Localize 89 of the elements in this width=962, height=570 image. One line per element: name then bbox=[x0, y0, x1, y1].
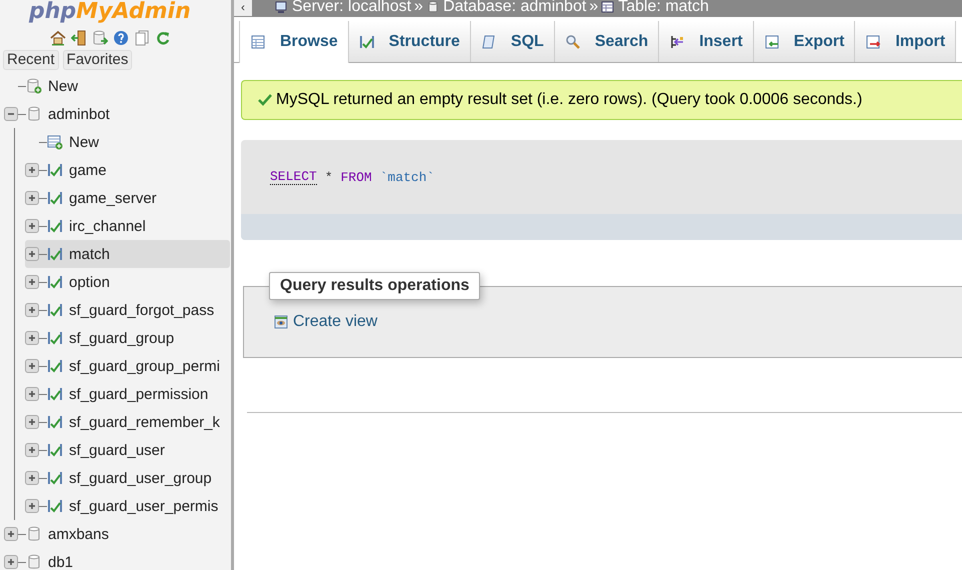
database-icon bbox=[426, 0, 440, 14]
sql-token: FROM bbox=[340, 170, 372, 184]
structure-icon bbox=[47, 386, 63, 402]
structure-icon bbox=[47, 330, 63, 346]
tree-item[interactable]: sf_guard_permission bbox=[25, 380, 230, 408]
expand-icon[interactable] bbox=[25, 275, 39, 289]
structure-icon bbox=[47, 470, 63, 486]
table-icon bbox=[250, 34, 266, 50]
tree-item[interactable]: amxbans bbox=[4, 520, 224, 548]
structure-icon bbox=[47, 414, 63, 430]
panel-legend: Query results operations bbox=[269, 272, 480, 300]
expand-icon[interactable] bbox=[25, 163, 39, 177]
tree-item[interactable]: sf_guard_user bbox=[25, 436, 230, 464]
server-icon bbox=[275, 0, 289, 14]
expand-icon[interactable] bbox=[4, 555, 18, 569]
sql-token: `match` bbox=[380, 170, 434, 184]
structure-icon bbox=[47, 190, 63, 206]
tree-item[interactable]: option bbox=[25, 268, 230, 296]
tree-item[interactable]: irc_channel bbox=[25, 212, 230, 240]
tab[interactable]: Structure bbox=[348, 21, 471, 62]
tree-item[interactable]: sf_guard_user_group bbox=[25, 464, 230, 492]
expand-icon[interactable] bbox=[4, 527, 18, 541]
tab[interactable]: Insert bbox=[659, 21, 754, 62]
message-text: MySQL returned an empty result set (i.e. zero rows). (Query took 0.0006 seconds.) bbox=[276, 91, 862, 109]
table-icon bbox=[601, 0, 616, 14]
expand-icon[interactable] bbox=[25, 303, 39, 317]
tree-item[interactable]: sf_guard_group_permi bbox=[25, 352, 230, 380]
tree-item[interactable]: sf_guard_remember_k bbox=[25, 408, 230, 436]
structure-icon bbox=[47, 274, 63, 290]
expand-icon[interactable] bbox=[25, 499, 39, 513]
expand-icon[interactable] bbox=[25, 415, 39, 429]
structure-icon bbox=[47, 302, 63, 318]
collapse-button[interactable]: ‹ bbox=[234, 0, 252, 16]
structure-icon bbox=[47, 442, 63, 458]
database-icon bbox=[26, 106, 42, 122]
structure-icon bbox=[47, 246, 63, 262]
new-database-icon bbox=[26, 78, 42, 94]
structure-icon bbox=[47, 218, 63, 234]
sql-token: * bbox=[324, 170, 333, 184]
tree-item[interactable]: game_server bbox=[25, 184, 230, 212]
tree-item[interactable]: sf_guard_user_permis bbox=[25, 492, 230, 520]
tree-item[interactable]: New bbox=[25, 128, 230, 156]
breadcrumb-separator: » bbox=[589, 0, 598, 15]
tab[interactable]: Browse bbox=[239, 21, 349, 63]
expand-icon[interactable] bbox=[25, 191, 39, 205]
logo[interactable]: phpMyAdmin bbox=[29, 0, 191, 24]
documents-icon[interactable] bbox=[134, 30, 150, 46]
export-icon bbox=[764, 34, 780, 50]
expand-icon[interactable] bbox=[25, 219, 39, 233]
tree-item[interactable]: db1 bbox=[4, 548, 224, 570]
expand-icon[interactable] bbox=[25, 359, 39, 373]
insert-icon bbox=[669, 34, 686, 50]
tree-item[interactable]: New bbox=[4, 72, 224, 100]
reload-icon[interactable] bbox=[155, 30, 171, 46]
database-icon[interactable] bbox=[92, 30, 108, 46]
structure-icon bbox=[47, 358, 63, 374]
tab[interactable]: Import bbox=[855, 21, 956, 62]
expand-icon[interactable] bbox=[25, 247, 39, 261]
expand-icon[interactable] bbox=[25, 387, 39, 401]
scroll-icon bbox=[480, 34, 497, 50]
new-table-icon bbox=[47, 134, 63, 150]
home-icon[interactable] bbox=[50, 30, 66, 46]
create-view-link[interactable]: Create view bbox=[293, 313, 378, 331]
search-icon bbox=[564, 34, 581, 50]
expand-icon[interactable] bbox=[25, 471, 39, 485]
help-icon[interactable] bbox=[113, 30, 129, 46]
expand-icon[interactable] bbox=[25, 443, 39, 457]
database-icon bbox=[26, 526, 42, 542]
structure-icon bbox=[47, 498, 63, 514]
structure-icon bbox=[47, 162, 63, 178]
tree-item[interactable]: sf_guard_group bbox=[25, 324, 230, 352]
breadcrumb-separator: » bbox=[414, 0, 424, 15]
tab[interactable]: Export bbox=[754, 21, 856, 62]
structure-icon bbox=[358, 34, 375, 50]
collapse-icon[interactable] bbox=[4, 107, 18, 121]
view-icon bbox=[274, 315, 288, 329]
import-icon bbox=[865, 34, 882, 50]
tree-item[interactable]: sf_guard_forgot_pass bbox=[25, 296, 230, 324]
nav-tab[interactable]: Favorites bbox=[62, 50, 132, 70]
nav-tab[interactable]: Recent bbox=[3, 50, 59, 70]
tree-item[interactable]: game bbox=[25, 156, 230, 184]
sql-keyword-link[interactable]: SELECT bbox=[270, 169, 317, 185]
tab[interactable]: Search bbox=[554, 21, 660, 62]
tree-item[interactable]: match bbox=[25, 240, 230, 268]
door-icon[interactable] bbox=[71, 30, 87, 46]
tree-item[interactable]: adminbot bbox=[4, 100, 224, 128]
check-icon bbox=[258, 94, 272, 106]
tab[interactable]: SQL bbox=[470, 21, 555, 62]
expand-icon[interactable] bbox=[25, 331, 39, 345]
